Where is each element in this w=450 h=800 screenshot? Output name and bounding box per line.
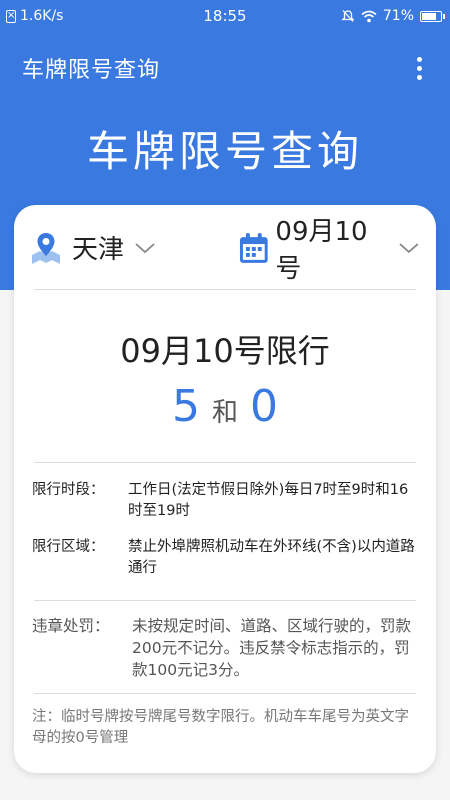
selector-row: 天津 09月10号 xyxy=(14,205,436,290)
penalty-row: 违章处罚： 未按规定时间、道路、区域行驶的，罚款200元不记分。违反禁令标志指示… xyxy=(32,615,418,681)
note-text: 注：临时号牌按号牌尾号数字限行。机动车车尾号为英文字母的按0号管理 xyxy=(32,709,409,746)
limit-time-row: 限行时段： 工作日(法定节假日除外)每日7时至9时和16时至19时 xyxy=(32,480,418,522)
limit-and-label: 和 xyxy=(211,398,238,428)
divider xyxy=(34,462,416,463)
city-selector[interactable]: 天津 xyxy=(30,229,238,266)
limit-date-title: 09月10号限行 xyxy=(120,332,330,370)
app-title: 车牌限号查询 xyxy=(22,58,161,83)
query-card: 天津 09月10号 09月10号限行 5 和 0 限行时段： 工作日(法定节假日… xyxy=(14,205,436,773)
hero-title: 车牌限号查询 xyxy=(86,127,363,176)
map-location-icon xyxy=(32,232,60,264)
chevron-down-icon xyxy=(135,242,155,253)
city-label: 天津 xyxy=(72,235,125,265)
limit-number-1: 5 xyxy=(171,381,200,432)
divider xyxy=(34,289,416,290)
penalty-value: 未按规定时间、道路、区域行驶的，罚款200元不记分。违反禁令标志指示的，罚款10… xyxy=(132,617,412,679)
limit-numbers: 5 和 0 xyxy=(14,381,436,432)
limit-area-row: 限行区域： 禁止外埠牌照机动车在外环线(不含)以内道路通行 xyxy=(32,537,418,579)
limit-time-value: 工作日(法定节假日除外)每日7时至9时和16时至19时 xyxy=(128,482,409,519)
date-selector[interactable]: 09月10号 xyxy=(238,211,420,285)
status-bar: 1.6K/s 18:55 71% xyxy=(0,0,450,32)
calendar-icon xyxy=(239,232,268,263)
battery-icon xyxy=(420,10,445,22)
more-options-icon[interactable] xyxy=(411,51,428,86)
divider xyxy=(34,693,416,694)
limit-area-label: 限行区域： xyxy=(32,539,105,555)
limit-number-2: 0 xyxy=(250,381,278,432)
chevron-down-icon xyxy=(399,242,419,253)
penalty-label: 违章处罚： xyxy=(32,617,110,635)
date-label: 09月10号 xyxy=(275,216,368,284)
app-bar: 车牌限号查询 xyxy=(0,40,450,96)
status-time: 18:55 xyxy=(203,7,247,25)
limit-area-value: 禁止外埠牌照机动车在外环线(不含)以内道路通行 xyxy=(128,539,415,576)
divider xyxy=(34,600,416,601)
limit-time-label: 限行时段： xyxy=(32,482,105,498)
